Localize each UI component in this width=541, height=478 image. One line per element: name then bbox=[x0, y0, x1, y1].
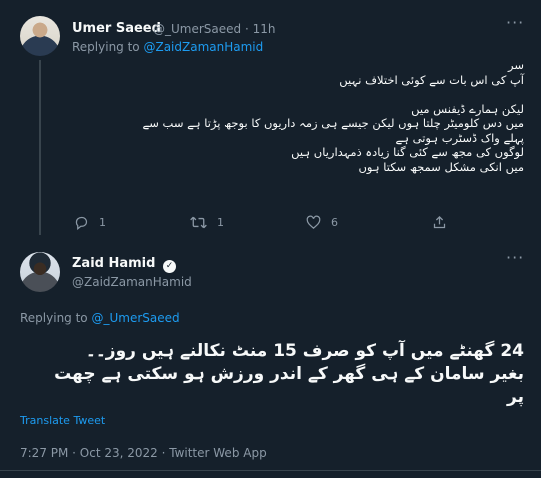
like-icon bbox=[306, 215, 321, 229]
share-icon bbox=[433, 215, 446, 229]
more-icon[interactable]: ··· bbox=[506, 15, 524, 31]
author-handle[interactable]: @_UmerSaeed bbox=[153, 22, 241, 36]
tweet-line: بغیر سامان کے ہی گھر کے اندر ورزش ہو سکت… bbox=[54, 364, 524, 384]
author-handle[interactable]: @ZaidZamanHamid bbox=[72, 275, 192, 289]
tweet-line: پہلے واک ڈسٹرب ہوتی ہے bbox=[395, 130, 525, 145]
replying-prefix: Replying to bbox=[20, 311, 88, 325]
verified-icon: ✓ bbox=[162, 260, 176, 273]
like-count: 6 bbox=[331, 216, 338, 229]
author-meta: @_UmerSaeed · 11h bbox=[153, 22, 276, 36]
divider bbox=[0, 470, 541, 471]
tweet-line: میں انکی مشکل سمجھ سکتا ہوں bbox=[358, 159, 524, 174]
tweet-line: سر bbox=[508, 58, 524, 72]
author-name[interactable]: Zaid Hamid bbox=[72, 256, 155, 271]
reply-icon bbox=[75, 216, 88, 230]
replying-to-link[interactable]: @ZaidZamanHamid bbox=[143, 40, 263, 54]
avatar-zaid-hamid[interactable] bbox=[20, 252, 60, 292]
more-icon[interactable]: ··· bbox=[506, 250, 524, 266]
share-button[interactable] bbox=[432, 215, 447, 234]
tweet-line: پر bbox=[507, 387, 524, 407]
retweet-count: 1 bbox=[217, 216, 224, 229]
tweet-timestamp[interactable]: 7:27 PM · Oct 23, 2022 · Twitter Web App bbox=[20, 446, 267, 460]
like-button[interactable]: 6 bbox=[306, 215, 338, 230]
replying-to: Replying to @_UmerSaeed bbox=[20, 311, 180, 325]
replying-prefix: Replying to bbox=[72, 40, 140, 54]
tweet-time[interactable]: 11h bbox=[253, 22, 276, 36]
reply-button[interactable]: 1 bbox=[74, 215, 106, 230]
thread-line bbox=[39, 60, 41, 235]
separator: · bbox=[244, 22, 249, 36]
tweet-line: میں دس کلومیٹر چلتا ہوں لیکن جیسے ہی زمہ… bbox=[142, 116, 524, 130]
author-name-row: Zaid Hamid ✓ bbox=[72, 256, 176, 273]
avatar-umer-saeed[interactable] bbox=[20, 16, 60, 56]
tweet-line: لیکن ہمارے ڈیفنس میں bbox=[411, 101, 524, 116]
retweet-icon bbox=[190, 216, 207, 229]
tweet-line: لوگوں کی مجھ سے کئی گنا زیادہ ذمہداریاں … bbox=[291, 145, 524, 159]
tweet-line: 24 گھنٹے میں آپ کو صرف 15 منٹ نکالنے ہیں… bbox=[85, 341, 524, 361]
retweet-button[interactable]: 1 bbox=[190, 215, 224, 230]
tweet-body: 24 گھنٹے میں آپ کو صرف 15 منٹ نکالنے ہیں… bbox=[10, 340, 524, 409]
translate-tweet-link[interactable]: Translate Tweet bbox=[20, 414, 105, 427]
author-name[interactable]: Umer Saeed bbox=[72, 21, 161, 36]
tweet-line: آپ کی اس بات سے کوئی اختلاف نہیں bbox=[339, 72, 524, 87]
replying-to: Replying to @ZaidZamanHamid bbox=[72, 40, 263, 54]
tweet-body: سر آپ کی اس بات سے کوئی اختلاف نہیں لیکن… bbox=[70, 58, 524, 174]
replying-to-link[interactable]: @_UmerSaeed bbox=[91, 311, 179, 325]
reply-count: 1 bbox=[99, 216, 106, 229]
